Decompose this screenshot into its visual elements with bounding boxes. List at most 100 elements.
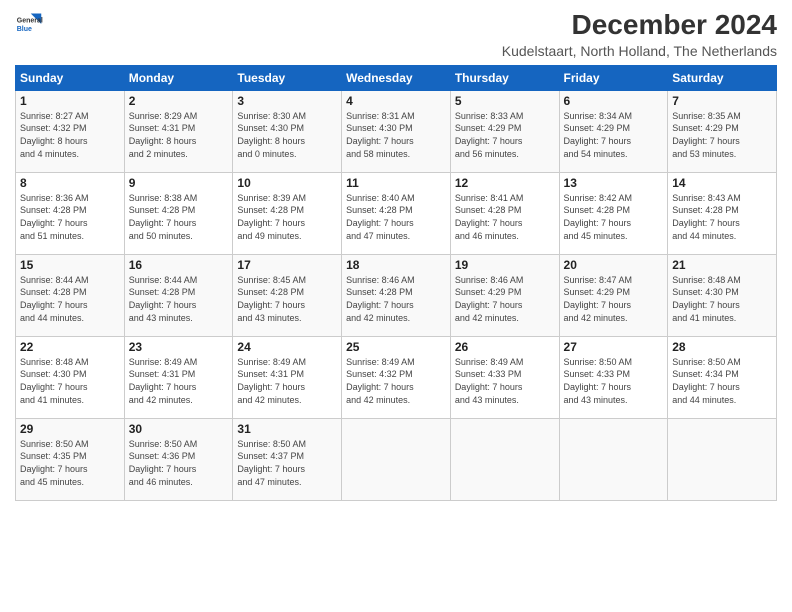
day-info: Sunrise: 8:35 AM Sunset: 4:29 PM Dayligh… xyxy=(672,110,772,160)
calendar-cell: 4Sunrise: 8:31 AM Sunset: 4:30 PM Daylig… xyxy=(342,90,451,172)
day-number: 31 xyxy=(237,422,337,436)
logo-icon: General Blue xyxy=(15,10,43,38)
day-number: 15 xyxy=(20,258,120,272)
day-number: 21 xyxy=(672,258,772,272)
day-info: Sunrise: 8:44 AM Sunset: 4:28 PM Dayligh… xyxy=(20,274,120,324)
calendar-week-row: 29 Sunrise: 8:50 AM Sunset: 4:35 PM Dayli… xyxy=(16,418,777,500)
calendar-cell: 8 Sunrise: 8:36 AM Sunset: 4:28 PM Daylig… xyxy=(16,172,125,254)
svg-text:General: General xyxy=(17,17,43,24)
day-info: Sunrise: 8:45 AM Sunset: 4:28 PM Dayligh… xyxy=(237,274,337,324)
calendar-body: 1 Sunrise: 8:27 AM Sunset: 4:32 PM Daylig… xyxy=(16,90,777,500)
day-number: 25 xyxy=(346,340,446,354)
day-number: 12 xyxy=(455,176,555,190)
calendar-cell: 3 Sunrise: 8:30 AM Sunset: 4:30 PM Daylig… xyxy=(233,90,342,172)
calendar-cell: 13 Sunrise: 8:42 AM Sunset: 4:28 PM Dayli… xyxy=(559,172,668,254)
day-number: 23 xyxy=(129,340,229,354)
calendar-cell: 11 Sunrise: 8:40 AM Sunset: 4:28 PM Dayli… xyxy=(342,172,451,254)
title-block: December 2024 Kudelstaart, North Holland… xyxy=(502,10,777,59)
main-title: December 2024 xyxy=(502,10,777,41)
day-header-thursday: Thursday xyxy=(450,65,559,90)
calendar-cell: 24 Sunrise: 8:49 AM Sunset: 4:31 PM Dayli… xyxy=(233,336,342,418)
calendar-cell: 19Sunrise: 8:46 AM Sunset: 4:29 PM Dayli… xyxy=(450,254,559,336)
day-info: Sunrise: 8:46 AM Sunset: 4:28 PM Dayligh… xyxy=(346,274,446,324)
day-info: Sunrise: 8:29 AM Sunset: 4:31 PM Dayligh… xyxy=(129,110,229,160)
day-number: 29 xyxy=(20,422,120,436)
calendar-cell xyxy=(668,418,777,500)
day-info: Sunrise: 8:43 AM Sunset: 4:28 PM Dayligh… xyxy=(672,192,772,242)
calendar-week-row: 15 Sunrise: 8:44 AM Sunset: 4:28 PM Dayli… xyxy=(16,254,777,336)
calendar-cell: 5Sunrise: 8:33 AM Sunset: 4:29 PM Daylig… xyxy=(450,90,559,172)
header: General Blue December 2024 Kudelstaart, … xyxy=(15,10,777,59)
day-info: Sunrise: 8:36 AM Sunset: 4:28 PM Dayligh… xyxy=(20,192,120,242)
calendar-cell: 6 Sunrise: 8:34 AM Sunset: 4:29 PM Daylig… xyxy=(559,90,668,172)
calendar-cell xyxy=(342,418,451,500)
day-number: 30 xyxy=(129,422,229,436)
day-info: Sunrise: 8:30 AM Sunset: 4:30 PM Dayligh… xyxy=(237,110,337,160)
calendar-cell: 22 Sunrise: 8:48 AM Sunset: 4:30 PM Dayli… xyxy=(16,336,125,418)
day-info: Sunrise: 8:49 AM Sunset: 4:31 PM Dayligh… xyxy=(129,356,229,406)
day-header-saturday: Saturday xyxy=(668,65,777,90)
day-number: 17 xyxy=(237,258,337,272)
day-number: 13 xyxy=(564,176,664,190)
day-info: Sunrise: 8:50 AM Sunset: 4:35 PM Dayligh… xyxy=(20,438,120,488)
day-header-monday: Monday xyxy=(124,65,233,90)
day-number: 6 xyxy=(564,94,664,108)
day-info: Sunrise: 8:48 AM Sunset: 4:30 PM Dayligh… xyxy=(20,356,120,406)
calendar-cell: 10 Sunrise: 8:39 AM Sunset: 4:28 PM Dayli… xyxy=(233,172,342,254)
day-info: Sunrise: 8:40 AM Sunset: 4:28 PM Dayligh… xyxy=(346,192,446,242)
day-info: Sunrise: 8:39 AM Sunset: 4:28 PM Dayligh… xyxy=(237,192,337,242)
day-header-sunday: Sunday xyxy=(16,65,125,90)
day-info: Sunrise: 8:49 AM Sunset: 4:31 PM Dayligh… xyxy=(237,356,337,406)
day-number: 10 xyxy=(237,176,337,190)
page: General Blue December 2024 Kudelstaart, … xyxy=(0,0,792,612)
day-info: Sunrise: 8:38 AM Sunset: 4:28 PM Dayligh… xyxy=(129,192,229,242)
calendar-cell: 29 Sunrise: 8:50 AM Sunset: 4:35 PM Dayli… xyxy=(16,418,125,500)
calendar-cell: 9 Sunrise: 8:38 AM Sunset: 4:28 PM Daylig… xyxy=(124,172,233,254)
calendar-cell: 1 Sunrise: 8:27 AM Sunset: 4:32 PM Daylig… xyxy=(16,90,125,172)
day-number: 24 xyxy=(237,340,337,354)
calendar-cell: 7Sunrise: 8:35 AM Sunset: 4:29 PM Daylig… xyxy=(668,90,777,172)
day-header-wednesday: Wednesday xyxy=(342,65,451,90)
calendar-cell: 25Sunrise: 8:49 AM Sunset: 4:32 PM Dayli… xyxy=(342,336,451,418)
day-number: 14 xyxy=(672,176,772,190)
day-number: 4 xyxy=(346,94,446,108)
calendar-table: SundayMondayTuesdayWednesdayThursdayFrid… xyxy=(15,65,777,501)
day-number: 2 xyxy=(129,94,229,108)
day-info: Sunrise: 8:27 AM Sunset: 4:32 PM Dayligh… xyxy=(20,110,120,160)
day-info: Sunrise: 8:50 AM Sunset: 4:37 PM Dayligh… xyxy=(237,438,337,488)
day-number: 28 xyxy=(672,340,772,354)
day-number: 3 xyxy=(237,94,337,108)
calendar-week-row: 8 Sunrise: 8:36 AM Sunset: 4:28 PM Daylig… xyxy=(16,172,777,254)
day-number: 16 xyxy=(129,258,229,272)
day-header-tuesday: Tuesday xyxy=(233,65,342,90)
day-info: Sunrise: 8:46 AM Sunset: 4:29 PM Dayligh… xyxy=(455,274,555,324)
day-number: 8 xyxy=(20,176,120,190)
calendar-cell: 20Sunrise: 8:47 AM Sunset: 4:29 PM Dayli… xyxy=(559,254,668,336)
calendar-cell: 23 Sunrise: 8:49 AM Sunset: 4:31 PM Dayli… xyxy=(124,336,233,418)
calendar-cell: 16 Sunrise: 8:44 AM Sunset: 4:28 PM Dayli… xyxy=(124,254,233,336)
calendar-cell: 12Sunrise: 8:41 AM Sunset: 4:28 PM Dayli… xyxy=(450,172,559,254)
day-number: 11 xyxy=(346,176,446,190)
calendar-cell: 30Sunrise: 8:50 AM Sunset: 4:36 PM Dayli… xyxy=(124,418,233,500)
calendar-cell: 21 Sunrise: 8:48 AM Sunset: 4:30 PM Dayli… xyxy=(668,254,777,336)
day-info: Sunrise: 8:48 AM Sunset: 4:30 PM Dayligh… xyxy=(672,274,772,324)
day-info: Sunrise: 8:34 AM Sunset: 4:29 PM Dayligh… xyxy=(564,110,664,160)
day-info: Sunrise: 8:49 AM Sunset: 4:33 PM Dayligh… xyxy=(455,356,555,406)
day-info: Sunrise: 8:50 AM Sunset: 4:34 PM Dayligh… xyxy=(672,356,772,406)
subtitle: Kudelstaart, North Holland, The Netherla… xyxy=(502,43,777,59)
calendar-cell: 17 Sunrise: 8:45 AM Sunset: 4:28 PM Dayli… xyxy=(233,254,342,336)
day-number: 5 xyxy=(455,94,555,108)
day-info: Sunrise: 8:44 AM Sunset: 4:28 PM Dayligh… xyxy=(129,274,229,324)
svg-text:Blue: Blue xyxy=(17,26,32,33)
day-info: Sunrise: 8:42 AM Sunset: 4:28 PM Dayligh… xyxy=(564,192,664,242)
calendar-cell: 31 Sunrise: 8:50 AM Sunset: 4:37 PM Dayli… xyxy=(233,418,342,500)
logo: General Blue xyxy=(15,10,43,38)
day-number: 27 xyxy=(564,340,664,354)
calendar-cell: 18Sunrise: 8:46 AM Sunset: 4:28 PM Dayli… xyxy=(342,254,451,336)
day-number: 22 xyxy=(20,340,120,354)
day-number: 9 xyxy=(129,176,229,190)
calendar-cell: 14 Sunrise: 8:43 AM Sunset: 4:28 PM Dayli… xyxy=(668,172,777,254)
calendar-cell: 15 Sunrise: 8:44 AM Sunset: 4:28 PM Dayli… xyxy=(16,254,125,336)
day-number: 1 xyxy=(20,94,120,108)
day-number: 26 xyxy=(455,340,555,354)
